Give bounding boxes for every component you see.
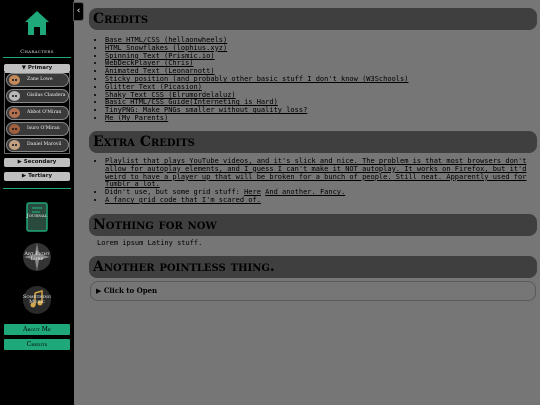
art-fight-text: Art Fight Lore xyxy=(24,251,50,262)
grid-link-here[interactable]: Here xyxy=(244,188,261,196)
credit-link[interactable]: Sticky position (and probably other basi… xyxy=(105,75,408,83)
music-text: Something Music xyxy=(22,294,52,305)
character-name: Abbot O'Miran xyxy=(27,110,62,115)
credit-link[interactable]: Base HTML/CSS (hellaonwheels) xyxy=(105,36,227,44)
credit-link[interactable]: Me (My Parents) xyxy=(105,114,168,122)
extra-credits-list: Playlist that plays YouTube videos, and … xyxy=(105,157,526,205)
divider xyxy=(3,188,71,189)
credit-link[interactable]: Basic HTML/CSS Guide(Interneting is Hard… xyxy=(105,98,278,106)
character-isuro-omiran[interactable]: Isuro O'Miran xyxy=(6,122,69,136)
characters-heading: Characters xyxy=(20,49,54,55)
playlist-link[interactable]: Playlist that plays YouTube videos, and … xyxy=(105,157,526,188)
art-fight-lore-badge[interactable]: Art Fight Lore xyxy=(21,240,53,274)
character-name: Zane Lowe xyxy=(27,77,53,82)
click-to-open-details[interactable]: ▶ Click to Open xyxy=(90,281,536,301)
avatar xyxy=(9,124,20,134)
playlist-line: Tumblr a lot. xyxy=(105,180,160,189)
journal-text: Journal xyxy=(26,213,48,219)
journal-badge[interactable]: Journal xyxy=(21,200,53,234)
avatar xyxy=(9,140,20,150)
chevron-left-icon: ‹ xyxy=(76,6,81,16)
credit-link[interactable]: Glitter Text (Picasion) xyxy=(105,83,202,91)
main-content: Credits Base HTML/CSS (hellaonwheels) HT… xyxy=(86,0,537,405)
divider xyxy=(3,57,71,58)
playlist-line: weird to have a player up that will be b… xyxy=(105,172,527,181)
pointless-heading: Another pointless thing. xyxy=(89,256,537,278)
avatar xyxy=(9,75,20,85)
avatar xyxy=(9,108,20,118)
credit-link[interactable]: Shaky Text CSS (Elrumordelaluz) xyxy=(105,91,236,99)
something-music-badge[interactable]: Something Music xyxy=(21,283,53,317)
credit-link[interactable]: TinyPNG: Make PNGs smaller without quali… xyxy=(105,106,307,114)
character-name: Gisilus Claudera xyxy=(27,93,66,98)
character-abbot-omiran[interactable]: Abbot O'Miran xyxy=(6,106,69,120)
character-name: Daniel Marovil xyxy=(27,142,62,147)
credit-link[interactable]: WebDeckPlayer (Chris) xyxy=(105,59,194,67)
character-name: Isuro O'Miran xyxy=(27,126,60,131)
fancy-grid-link[interactable]: A fancy grid code that I'm scared of. xyxy=(105,196,261,204)
nothing-heading: Nothing for now xyxy=(89,214,537,236)
credit-link[interactable]: HTML Snowflakes (lophius.xyz) xyxy=(105,44,227,52)
credit-link[interactable]: Animated Text (Leonarnott) xyxy=(105,67,215,75)
credits-button[interactable]: Credits xyxy=(4,339,70,350)
character-daniel-marovil[interactable]: Daniel Marovil xyxy=(6,138,69,152)
extra-credits-heading: Extra Credits xyxy=(89,131,537,153)
sidebar: Characters ▼ Primary Zane Lowe Gisilus C… xyxy=(0,0,74,405)
grid-link-another[interactable]: And another. Fancy. xyxy=(265,188,345,196)
collapse-sidebar-button[interactable]: ‹ xyxy=(73,2,84,21)
about-me-button[interactable]: About Me xyxy=(4,324,70,335)
credit-link[interactable]: Spinning Text (Prismic.io) xyxy=(105,52,215,60)
grid-note: Didn't use, but some grid stuff: xyxy=(105,188,245,197)
secondary-toggle[interactable]: ▶ Secondary xyxy=(4,158,70,167)
home-icon[interactable] xyxy=(24,10,50,36)
avatar xyxy=(9,91,20,101)
playlist-line: allow for autoplay elements, and I guess… xyxy=(105,164,527,173)
playlist-line: Playlist that plays YouTube videos, and … xyxy=(105,157,527,165)
lorem-text: Lorem ipsum Latiny stuff. xyxy=(97,239,203,247)
character-gisilus-claudera[interactable]: Gisilus Claudera xyxy=(6,89,69,103)
credits-list: Base HTML/CSS (hellaonwheels) HTML Snowf… xyxy=(105,36,408,123)
credits-heading: Credits xyxy=(89,8,537,30)
character-zane-lowe[interactable]: Zane Lowe xyxy=(6,73,69,87)
tertiary-toggle[interactable]: ▶ Tertiary xyxy=(4,172,70,181)
